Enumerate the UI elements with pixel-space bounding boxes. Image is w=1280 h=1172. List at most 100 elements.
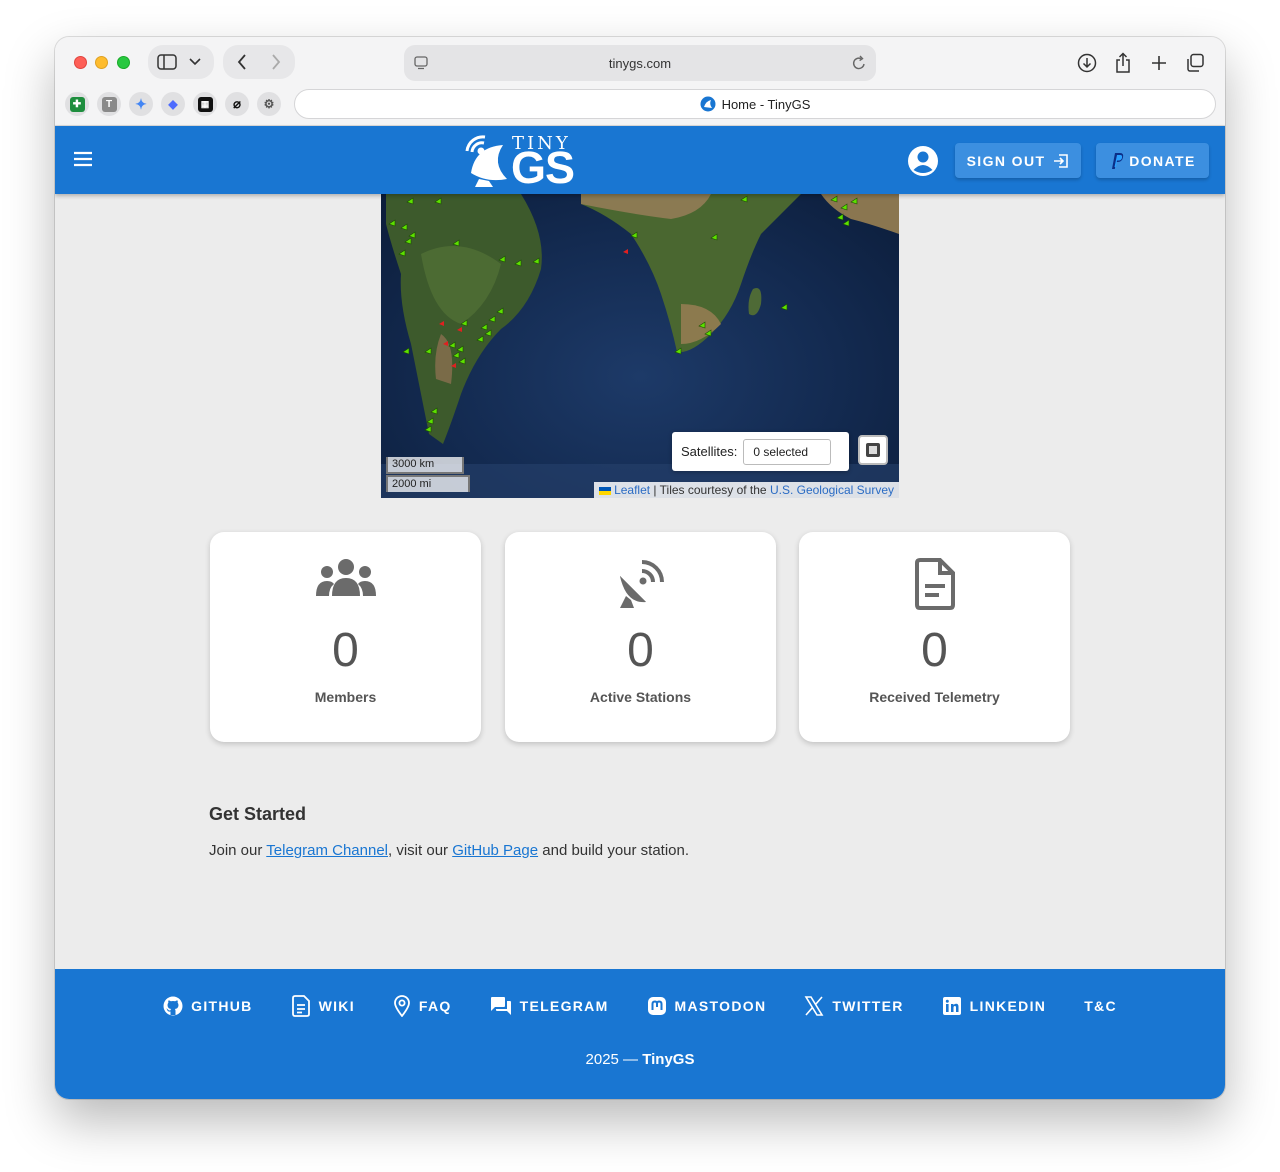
- browser-actions: [1075, 51, 1207, 75]
- tab-overview-icon[interactable]: [1183, 51, 1207, 75]
- ukraine-flag-icon: [599, 486, 612, 495]
- active-stations-value: 0: [627, 624, 654, 677]
- github-icon: [163, 996, 183, 1016]
- map-attribution: Leaflet | Tiles courtesy of the U.S. Geo…: [594, 482, 899, 498]
- favorite-t-icon[interactable]: T: [97, 92, 121, 116]
- forum-icon: [490, 997, 511, 1015]
- browser-toolbar: tinygs.com ✚ T ✦ ◆ ▦ ⌀ ⚙ Home - TinyGS: [55, 37, 1225, 126]
- footer-link-mastodon[interactable]: MASTODON: [630, 994, 784, 1018]
- page-settings-icon[interactable]: [414, 56, 428, 73]
- received-telemetry-card: 0 Received Telemetry: [799, 532, 1070, 742]
- copyright-name: TinyGS: [642, 1051, 695, 1068]
- footer-link-label: TELEGRAM: [519, 998, 609, 1014]
- favorite-app-icon[interactable]: ▦: [193, 92, 217, 116]
- members-icon: [315, 558, 377, 603]
- sidebar-icon[interactable]: [157, 53, 177, 71]
- browser-window: tinygs.com ✚ T ✦ ◆ ▦ ⌀ ⚙ Home - TinyGS T…: [55, 37, 1225, 1099]
- donate-label: DONATE: [1129, 152, 1196, 169]
- linkedin-icon: [942, 997, 961, 1015]
- paypal-icon: [1112, 152, 1124, 169]
- copyright: 2025 — TinyGS: [55, 1051, 1225, 1068]
- favorite-gemini-icon[interactable]: ✦: [129, 92, 153, 116]
- url-text: tinygs.com: [608, 55, 672, 71]
- members-card: 0 Members: [210, 532, 481, 742]
- footer-link-telegram[interactable]: TELEGRAM: [473, 994, 626, 1018]
- usgs-link[interactable]: U.S. Geological Survey: [770, 483, 894, 497]
- app-header: TINY GS SIGN OUT DONATE: [55, 126, 1225, 194]
- account-icon[interactable]: [907, 145, 939, 177]
- tab-title: Home - TinyGS: [721, 96, 811, 112]
- footer-links: GITHUB WIKI FAQ TELEGRAM MASTODON TWITTE…: [55, 994, 1225, 1018]
- get-started-text-after: and build your station.: [538, 842, 690, 859]
- active-stations-card: 0 Active Stations: [505, 532, 776, 742]
- footer-link-terms[interactable]: T&C: [1067, 994, 1134, 1018]
- telegram-channel-link[interactable]: Telegram Channel: [266, 842, 388, 859]
- active-tab[interactable]: Home - TinyGS: [294, 89, 1216, 119]
- favorites-bar: ✚ T ✦ ◆ ▦ ⌀ ⚙: [65, 92, 281, 116]
- satellite-dish-icon: [616, 558, 666, 615]
- wiki-document-icon: [291, 995, 310, 1017]
- zoom-window-button[interactable]: [117, 56, 130, 69]
- footer-link-label: FAQ: [418, 998, 452, 1014]
- tinygs-logo[interactable]: TINY GS: [463, 131, 581, 193]
- donate-button[interactable]: DONATE: [1096, 143, 1209, 178]
- menu-icon[interactable]: [71, 147, 95, 171]
- members-label: Members: [314, 689, 377, 705]
- favorite-openai-icon[interactable]: ⌀: [225, 92, 249, 116]
- satellites-select[interactable]: 0 selected: [743, 438, 832, 465]
- footer-link-github[interactable]: GITHUB: [146, 994, 269, 1018]
- github-page-link[interactable]: GitHub Page: [452, 842, 538, 859]
- received-telemetry-value: 0: [921, 624, 948, 677]
- footer-link-wiki[interactable]: WIKI: [274, 994, 372, 1018]
- map-marker-icon: [394, 995, 410, 1017]
- satellites-label: Satellites:: [681, 444, 738, 459]
- footer-link-faq[interactable]: FAQ: [376, 994, 469, 1018]
- satellites-control: Satellites: 0 selected: [672, 432, 849, 471]
- active-stations-label: Active Stations: [589, 689, 692, 705]
- satellite-dish-logo-icon: [465, 135, 507, 187]
- get-started-title: Get Started: [209, 804, 307, 824]
- history-nav-group: [223, 45, 295, 79]
- document-icon: [914, 558, 956, 615]
- world-map[interactable]: Satellites: 0 selected 3000 km 2000 mi L…: [381, 194, 899, 498]
- leaflet-link[interactable]: Leaflet: [614, 483, 650, 497]
- favorite-extension-icon[interactable]: ⚙: [257, 92, 281, 116]
- close-window-button[interactable]: [74, 56, 87, 69]
- sign-out-label: SIGN OUT: [966, 152, 1046, 169]
- footer-link-linkedin[interactable]: LINKEDIN: [925, 994, 1064, 1018]
- new-tab-icon[interactable]: [1147, 51, 1171, 75]
- mastodon-icon: [647, 997, 666, 1015]
- satellites-select-value: 0 selected: [753, 444, 809, 459]
- footer-link-label: LINKEDIN: [969, 998, 1047, 1014]
- footer-link-label: TWITTER: [832, 998, 904, 1014]
- footer-link-label: GITHUB: [191, 998, 253, 1014]
- footer-link-twitter[interactable]: TWITTER: [787, 994, 920, 1018]
- members-value: 0: [332, 624, 359, 677]
- sign-out-button[interactable]: SIGN OUT: [955, 143, 1081, 178]
- fullscreen-button[interactable]: [858, 435, 888, 465]
- tinygs-favicon-icon: [700, 96, 716, 112]
- logout-icon: [1054, 153, 1069, 168]
- fullscreen-icon: [866, 443, 880, 457]
- share-icon[interactable]: [1111, 51, 1135, 75]
- x-twitter-icon: [804, 996, 824, 1016]
- reload-icon[interactable]: [852, 55, 866, 74]
- favorite-deepseek-icon[interactable]: ◆: [161, 92, 185, 116]
- copyright-year: 2025 —: [585, 1051, 643, 1068]
- footer-link-label: WIKI: [318, 998, 355, 1014]
- scale-bar-mi: 2000 mi: [386, 475, 470, 492]
- footer-link-label: MASTODON: [674, 998, 767, 1014]
- chevron-down-icon[interactable]: [188, 55, 202, 69]
- sidebar-toggle-group: [148, 45, 214, 79]
- favorite-sheets-icon[interactable]: ✚: [65, 92, 89, 116]
- footer-link-label: T&C: [1084, 998, 1117, 1014]
- forward-arrow-icon[interactable]: [268, 54, 284, 70]
- footer: GITHUB WIKI FAQ TELEGRAM MASTODON TWITTE…: [55, 969, 1225, 1099]
- address-bar[interactable]: tinygs.com: [404, 45, 876, 81]
- get-started-text-before: Join our: [209, 842, 267, 859]
- download-icon[interactable]: [1075, 51, 1099, 75]
- get-started-text-middle: , visit our: [388, 842, 453, 859]
- received-telemetry-label: Received Telemetry: [869, 689, 1000, 705]
- back-arrow-icon[interactable]: [234, 54, 250, 70]
- minimize-window-button[interactable]: [95, 56, 108, 69]
